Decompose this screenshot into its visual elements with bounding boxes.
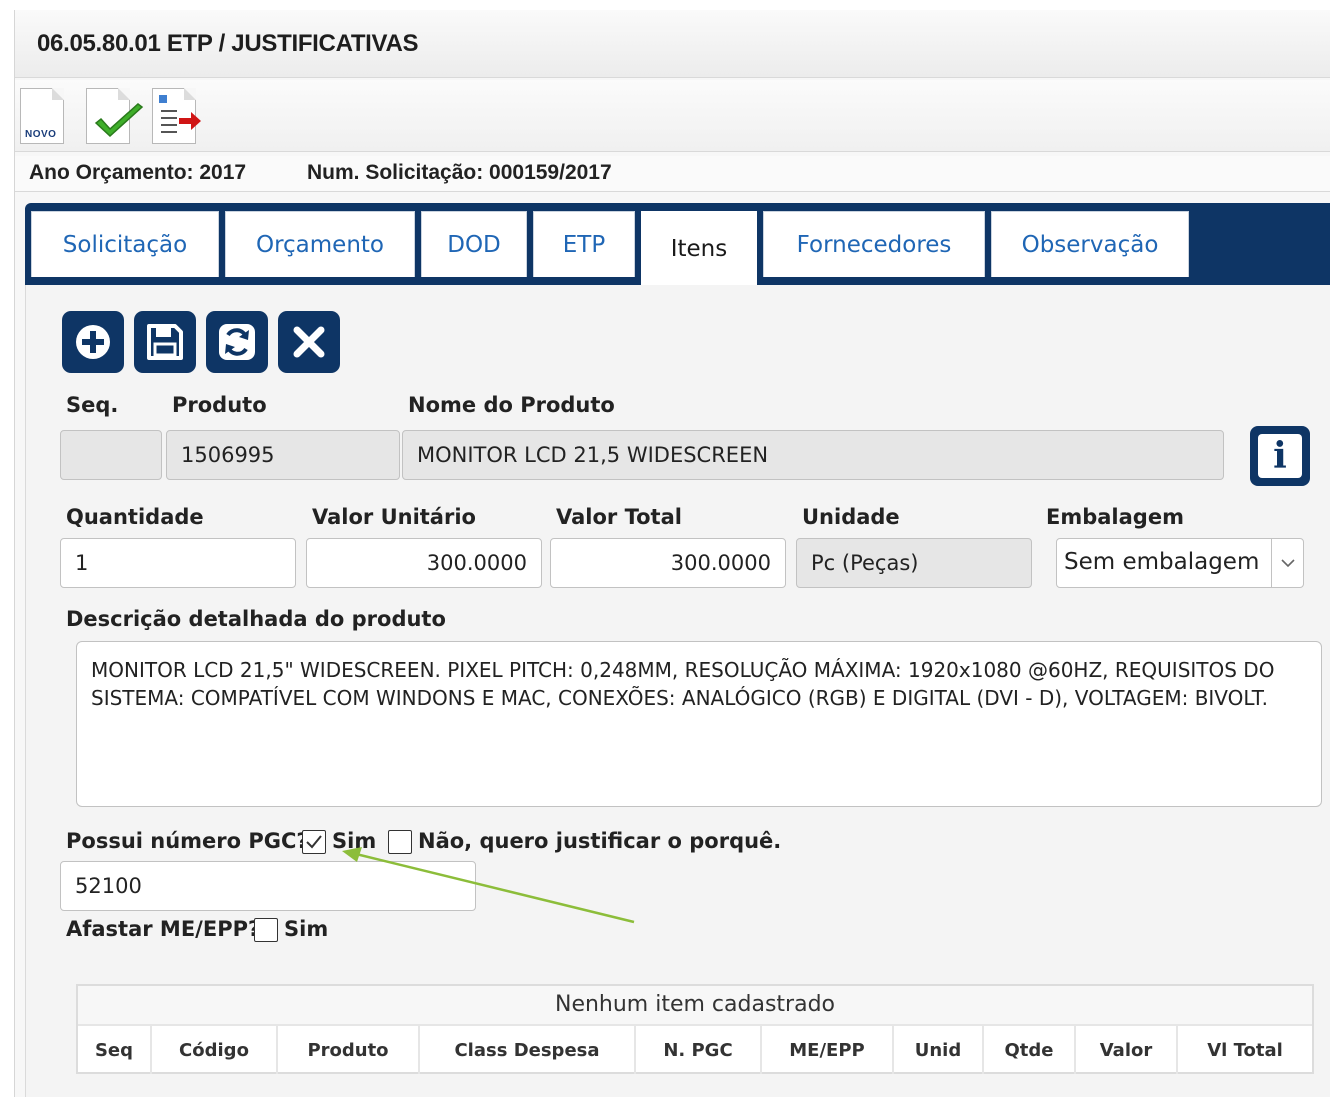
items-panel: Seq. Produto Nome do Produto 1506995 MON…	[25, 285, 1330, 1097]
export-arrow-icon	[161, 110, 201, 133]
description-label: Descrição detalhada do produto	[66, 607, 446, 631]
tab-dod[interactable]: DOD	[421, 211, 527, 277]
grid-col-codigo[interactable]: Código	[152, 1026, 278, 1074]
unit-price-label: Valor Unitário	[312, 505, 476, 529]
description-textarea[interactable]: MONITOR LCD 21,5" WIDESCREEN. PIXEL PITC…	[76, 641, 1322, 807]
grid-col-valor[interactable]: Valor	[1076, 1026, 1178, 1074]
grid-col-seq[interactable]: Seq	[78, 1026, 152, 1074]
refresh-icon	[219, 324, 255, 360]
total-value-label: Valor Total	[556, 505, 682, 529]
grid-col-n-pgc[interactable]: N. PGC	[636, 1026, 762, 1074]
title-bar: 06.05.80.01 ETP / JUSTIFICATIVAS	[15, 10, 1330, 78]
tab-itens[interactable]: Itens	[641, 211, 757, 285]
grid-col-class-despesa[interactable]: Class Despesa	[420, 1026, 636, 1074]
packaging-select[interactable]: Sem embalagem	[1056, 538, 1304, 588]
annotation-arrow	[342, 847, 635, 924]
grid-col-qtde[interactable]: Qtde	[984, 1026, 1076, 1074]
tab-fornecedores[interactable]: Fornecedores	[763, 211, 985, 277]
tab-solicitacao[interactable]: Solicitação	[31, 211, 219, 277]
new-document-icon: NOVO	[20, 88, 64, 144]
plus-circle-icon	[76, 325, 110, 359]
seq-label: Seq.	[66, 393, 119, 417]
pgc-question-label: Possui número PGC?	[66, 829, 309, 853]
packaging-selected-value: Sem embalagem	[1064, 549, 1260, 575]
floppy-disk-icon	[147, 324, 183, 360]
items-grid: Nenhum item cadastrado Seq Código Produt…	[76, 984, 1314, 1074]
unit-price-field[interactable]: 300.0000	[306, 538, 542, 588]
export-document-icon	[152, 88, 201, 144]
grid-col-vl-total[interactable]: Vl Total	[1178, 1026, 1312, 1074]
grid-header-row: Seq Código Produto Class Despesa N. PGC …	[78, 1024, 1312, 1074]
product-name-field[interactable]: MONITOR LCD 21,5 WIDESCREEN	[402, 430, 1224, 480]
request-number: Num. Solicitação: 000159/2017	[307, 161, 612, 184]
pgc-yes-checkbox[interactable]	[302, 830, 326, 854]
grid-col-unid[interactable]: Unid	[894, 1026, 984, 1074]
cancel-button[interactable]	[278, 311, 340, 373]
quantity-field[interactable]: 1	[60, 538, 296, 588]
unit-label: Unidade	[802, 505, 900, 529]
quantity-label: Quantidade	[66, 505, 204, 529]
grid-empty-message: Nenhum item cadastrado	[554, 992, 835, 1017]
toolbar: NOVO	[15, 80, 1330, 152]
refresh-button[interactable]	[206, 311, 268, 373]
packaging-label: Embalagem	[1046, 505, 1184, 529]
page-title: 06.05.80.01 ETP / JUSTIFICATIVAS	[37, 30, 419, 57]
tab-bar: Solicitação Orçamento DOD ETP Itens Forn…	[25, 203, 1330, 285]
product-code-label: Produto	[172, 393, 267, 417]
new-document-label: NOVO	[25, 129, 57, 140]
new-document-button[interactable]: NOVO	[15, 86, 67, 146]
confirm-document-icon	[86, 88, 144, 144]
unit-field[interactable]: Pc (Peças)	[796, 538, 1032, 588]
grid-col-produto[interactable]: Produto	[278, 1026, 420, 1074]
tab-orcamento[interactable]: Orçamento	[225, 211, 415, 277]
chevron-down-icon	[1271, 539, 1303, 587]
confirm-button[interactable]	[81, 86, 144, 146]
grid-col-me-epp[interactable]: ME/EPP	[762, 1026, 894, 1074]
info-bar: Ano Orçamento: 2017 Num. Solicitação: 00…	[15, 156, 1330, 192]
afastar-yes-label: Sim	[284, 917, 329, 941]
close-icon	[293, 326, 325, 358]
product-info-button[interactable]: i	[1250, 426, 1310, 486]
green-check-icon	[94, 103, 144, 138]
product-name-label: Nome do Produto	[408, 393, 615, 417]
add-button[interactable]	[62, 311, 124, 373]
info-icon: i	[1258, 434, 1302, 478]
seq-field[interactable]	[60, 430, 162, 480]
checkmark-icon	[306, 835, 322, 849]
product-code-field[interactable]: 1506995	[166, 430, 400, 480]
afastar-me-epp-label: Afastar ME/EPP?	[66, 917, 261, 941]
tab-etp[interactable]: ETP	[533, 211, 635, 277]
export-button[interactable]	[147, 86, 201, 146]
page-window: 06.05.80.01 ETP / JUSTIFICATIVAS NOVO An…	[14, 10, 1330, 1097]
budget-year: Ano Orçamento: 2017	[29, 161, 247, 184]
afastar-yes-checkbox[interactable]	[254, 918, 278, 942]
tab-observacao[interactable]: Observação	[991, 211, 1189, 277]
save-button[interactable]	[134, 311, 196, 373]
total-value-field[interactable]: 300.0000	[550, 538, 786, 588]
